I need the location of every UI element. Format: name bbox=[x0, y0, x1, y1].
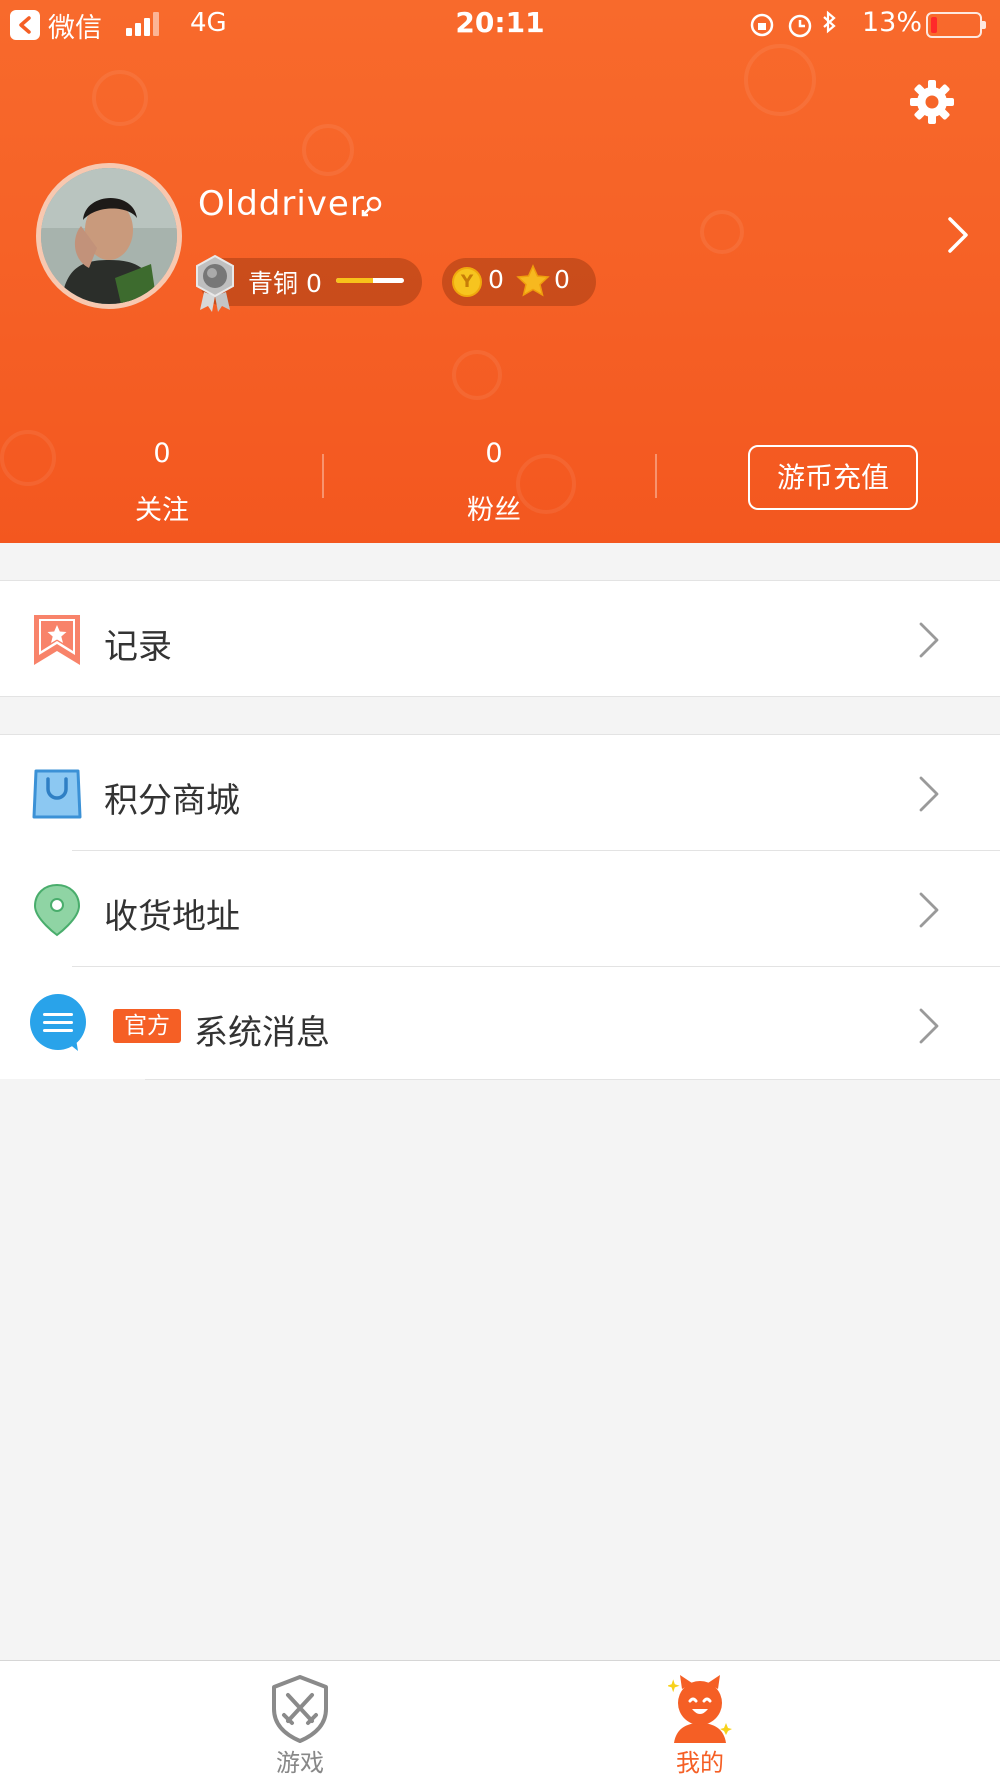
battery-percent: 13% bbox=[862, 7, 923, 38]
decor-circle bbox=[302, 124, 354, 176]
decor-circle bbox=[452, 350, 502, 400]
location-pin-icon bbox=[33, 883, 81, 937]
menu-item-points-mall[interactable]: 积分商城 bbox=[0, 735, 1000, 851]
decor-circle bbox=[92, 70, 148, 126]
menu-item-system-messages[interactable]: 官方 系统消息 bbox=[0, 967, 1000, 1079]
system-status-icons bbox=[750, 10, 836, 38]
shopping-bag-icon bbox=[32, 769, 82, 819]
divider bbox=[655, 454, 657, 498]
record-bookmark-icon bbox=[34, 615, 80, 665]
fans-stat[interactable]: 0 粉丝 bbox=[414, 438, 574, 527]
chevron-right-icon bbox=[919, 622, 939, 658]
recharge-button[interactable]: 游币充值 bbox=[748, 445, 918, 510]
fans-label: 粉丝 bbox=[467, 495, 521, 526]
coin-count: 0 bbox=[488, 265, 504, 294]
message-bubble-icon bbox=[30, 994, 86, 1051]
chevron-right-icon bbox=[919, 776, 939, 812]
following-stat[interactable]: 0 关注 bbox=[82, 438, 242, 527]
decor-circle bbox=[0, 430, 56, 486]
bronze-medal-icon bbox=[196, 254, 234, 312]
menu-label-shipping-address: 收货地址 bbox=[104, 897, 240, 937]
menu-label-records: 记录 bbox=[104, 627, 172, 667]
star-icon bbox=[516, 264, 550, 297]
following-label: 关注 bbox=[135, 495, 189, 526]
tab-bar: 游戏 我的 bbox=[0, 1660, 1000, 1778]
official-tag: 官方 bbox=[113, 1009, 181, 1043]
divider bbox=[0, 696, 1000, 697]
chevron-right-icon[interactable] bbox=[946, 215, 970, 255]
level-value: 0 bbox=[305, 269, 322, 298]
divider bbox=[145, 1079, 1000, 1080]
tab-label-mine: 我的 bbox=[676, 1749, 724, 1777]
level-progress-bar bbox=[336, 278, 404, 283]
decor-circle bbox=[744, 44, 816, 116]
chevron-right-icon bbox=[919, 1008, 939, 1044]
menu-label-points-mall: 积分商城 bbox=[104, 781, 240, 821]
clock: 20:11 bbox=[455, 6, 545, 39]
avatar-photo bbox=[41, 168, 177, 304]
tab-label-games: 游戏 bbox=[276, 1749, 324, 1777]
decor-circle bbox=[700, 210, 744, 254]
star-count: 0 bbox=[554, 265, 570, 294]
divider bbox=[322, 454, 324, 498]
avatar[interactable] bbox=[36, 163, 182, 309]
shield-swords-icon bbox=[272, 1675, 328, 1743]
coin-icon: Y bbox=[452, 267, 482, 297]
fans-count: 0 bbox=[485, 438, 503, 469]
level-label: 青铜 0 bbox=[248, 264, 322, 300]
mascot-icon bbox=[668, 1675, 732, 1743]
following-count: 0 bbox=[153, 438, 171, 469]
menu-label-system-messages: 系统消息 bbox=[194, 1013, 330, 1053]
level-name: 青铜 bbox=[248, 269, 299, 298]
profile-header: 微信 4G 20:11 13% Olddriver 青铜 0 Y 0 0 0 关… bbox=[0, 0, 1000, 543]
level-progress-fill bbox=[336, 278, 374, 283]
gender-male-icon bbox=[361, 196, 382, 217]
menu-item-shipping-address[interactable]: 收货地址 bbox=[0, 851, 1000, 967]
username: Olddriver bbox=[198, 184, 365, 224]
battery-icon bbox=[926, 12, 986, 38]
settings-gear-icon[interactable] bbox=[908, 78, 956, 126]
chevron-right-icon bbox=[919, 892, 939, 928]
status-bar: 微信 4G 20:11 13% bbox=[0, 0, 1000, 50]
tab-games[interactable]: 游戏 bbox=[200, 1661, 400, 1778]
menu-item-records[interactable]: 记录 bbox=[0, 581, 1000, 697]
tab-mine[interactable]: 我的 bbox=[600, 1661, 800, 1778]
